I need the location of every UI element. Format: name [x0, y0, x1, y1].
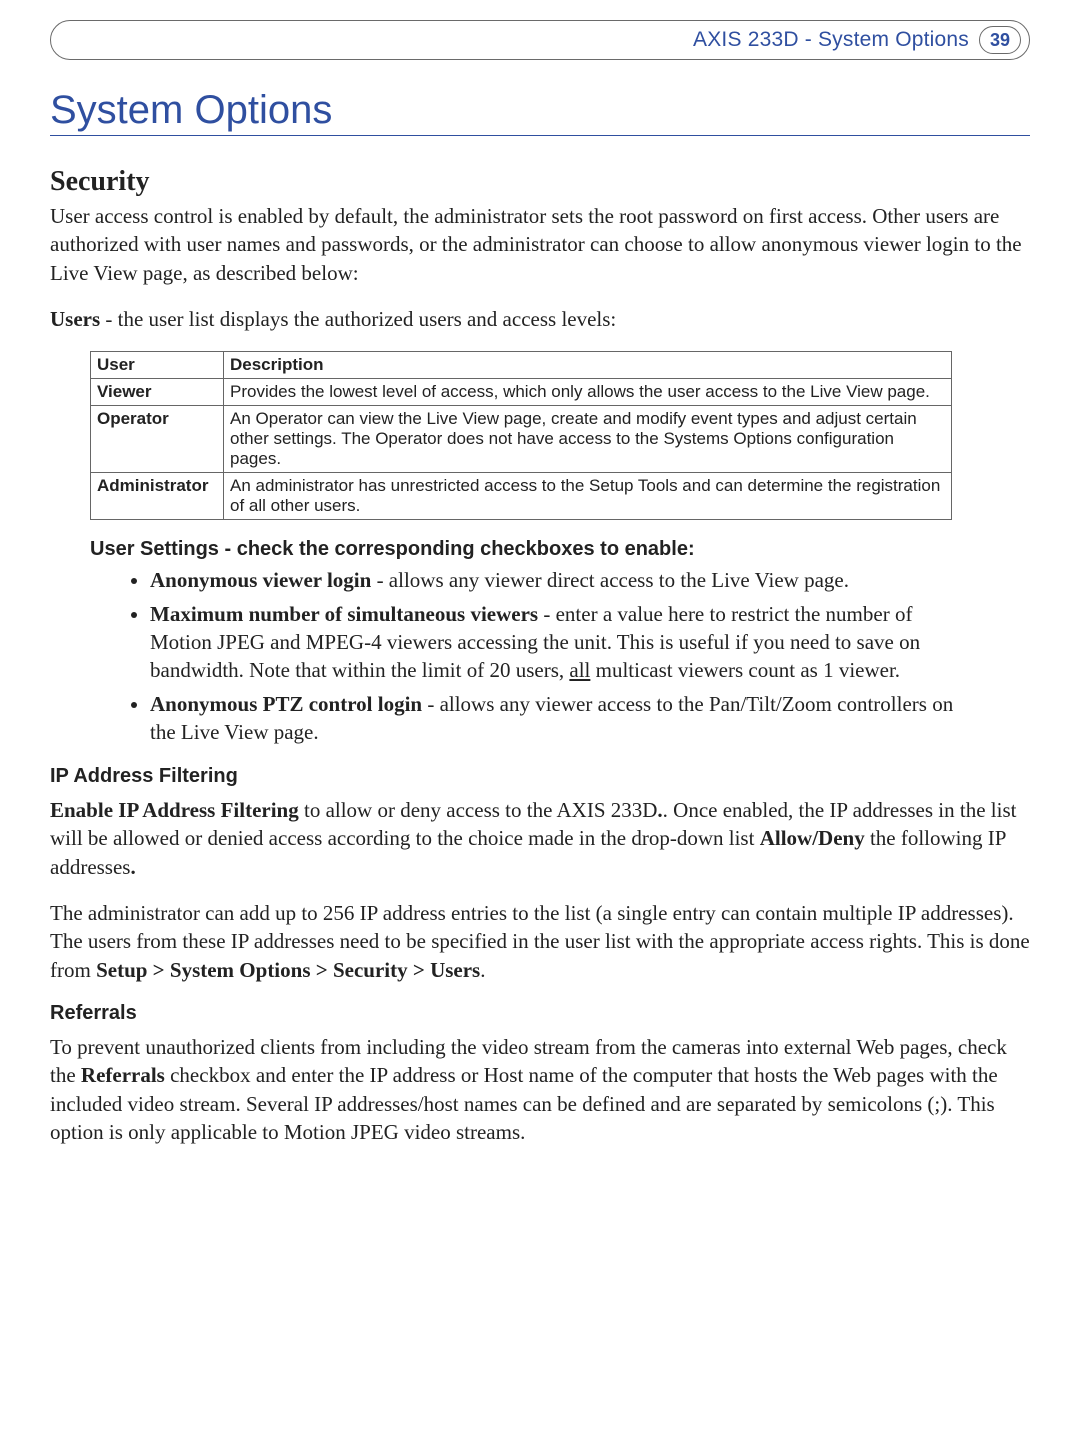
referrals-label: Referrals [81, 1063, 165, 1087]
setup-path: Setup > System Options > Security > User… [96, 958, 480, 982]
ip-filtering-p1: Enable IP Address Filtering to allow or … [50, 796, 1030, 881]
users-desc: - the user list displays the authorized … [100, 307, 616, 331]
users-label: Users [50, 307, 100, 331]
ip-filtering-heading: IP Address Filtering [50, 765, 1030, 788]
security-intro: User access control is enabled by defaul… [50, 202, 1030, 287]
desc-cell: An administrator has unrestricted access… [224, 473, 952, 520]
page-header: AXIS 233D - System Options 39 [50, 20, 1030, 60]
user-cell: Operator [91, 406, 224, 473]
list-item: Anonymous PTZ control login - allows any… [150, 691, 970, 747]
table-row: Administrator An administrator has unres… [91, 473, 952, 520]
allow-deny-label: Allow/Deny [760, 826, 865, 850]
header-product-section: AXIS 233D - System Options [693, 28, 969, 52]
referrals-heading: Referrals [50, 1002, 1030, 1025]
table-header-row: User Description [91, 352, 952, 379]
referrals-b: checkbox and enter the IP address or Hos… [50, 1063, 998, 1144]
table-row: Operator An Operator can view the Live V… [91, 406, 952, 473]
desc-cell: An Operator can view the Live View page,… [224, 406, 952, 473]
bullet-label: Anonymous viewer login [150, 568, 371, 592]
page-root: AXIS 233D - System Options 39 System Opt… [0, 0, 1080, 1204]
page-title: System Options [50, 88, 1030, 133]
enable-ip-label: Enable IP Address Filtering [50, 798, 299, 822]
table-row: Viewer Provides the lowest level of acce… [91, 379, 952, 406]
ip-filtering-p2: The administrator can add up to 256 IP a… [50, 899, 1030, 984]
user-cell: Viewer [91, 379, 224, 406]
desc-cell: Provides the lowest level of access, whi… [224, 379, 952, 406]
bullet-text: multicast viewers count as 1 viewer. [590, 658, 900, 682]
col-user-header: User [91, 352, 224, 379]
users-table: User Description Viewer Provides the low… [90, 351, 952, 520]
user-settings-list: Anonymous viewer login - allows any view… [130, 567, 970, 747]
referrals-p: To prevent unauthorized clients from inc… [50, 1033, 1030, 1146]
users-line: Users - the user list displays the autho… [50, 305, 1030, 333]
ip-p1-a: to allow or deny access to the AXIS 233D [299, 798, 658, 822]
user-cell: Administrator [91, 473, 224, 520]
col-desc-header: Description [224, 352, 952, 379]
title-rule [50, 135, 1030, 136]
bullet-text: - allows any viewer direct access to the… [371, 568, 849, 592]
ip-p2-end: . [480, 958, 485, 982]
bullet-underline-all: all [569, 658, 590, 682]
list-item: Maximum number of simultaneous viewers -… [150, 601, 970, 685]
bullet-label: Anonymous PTZ control login [150, 692, 422, 716]
security-heading: Security [50, 166, 1030, 198]
list-item: Anonymous viewer login - allows any view… [150, 567, 970, 595]
ip-p1-dot2: . [130, 855, 135, 879]
bullet-label: Maximum number of simultaneous viewers [150, 602, 538, 626]
user-settings-heading: User Settings - check the corresponding … [90, 538, 1030, 561]
page-number: 39 [979, 26, 1021, 54]
